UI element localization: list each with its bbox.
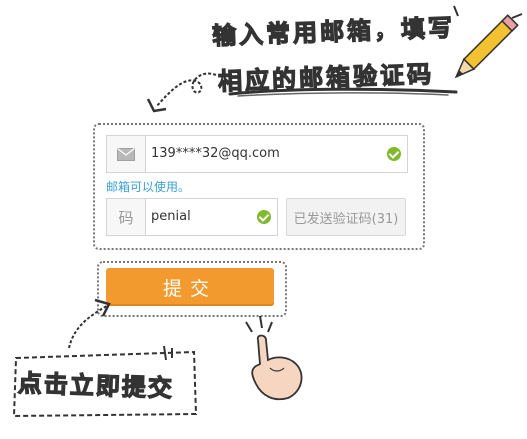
pointing-hand-icon	[245, 315, 303, 401]
code-valid-check-icon	[257, 210, 271, 224]
curly-arrow-icon	[146, 72, 217, 113]
email-field[interactable]: 139****32@qq.com	[106, 135, 408, 173]
envelope-icon	[107, 136, 146, 172]
email-value: 139****32@qq.com	[151, 146, 280, 161]
up-arrow-icon	[68, 298, 111, 349]
brush-stroke-decoration	[228, 87, 458, 97]
email-status-text: 邮箱可以使用。	[106, 180, 191, 194]
send-code-button[interactable]: 已发送验证码(31)	[286, 198, 406, 236]
code-value: penial	[151, 209, 191, 224]
code-label: 码	[107, 199, 146, 235]
verification-code-field[interactable]: 码 penial	[106, 198, 278, 236]
email-valid-check-icon	[387, 147, 401, 161]
instruction-hint-line1: 输入常用邮箱，填写	[211, 13, 456, 51]
bottom-hint-text: 点击立即提交	[17, 369, 175, 404]
submit-button[interactable]: 提交	[106, 268, 274, 306]
